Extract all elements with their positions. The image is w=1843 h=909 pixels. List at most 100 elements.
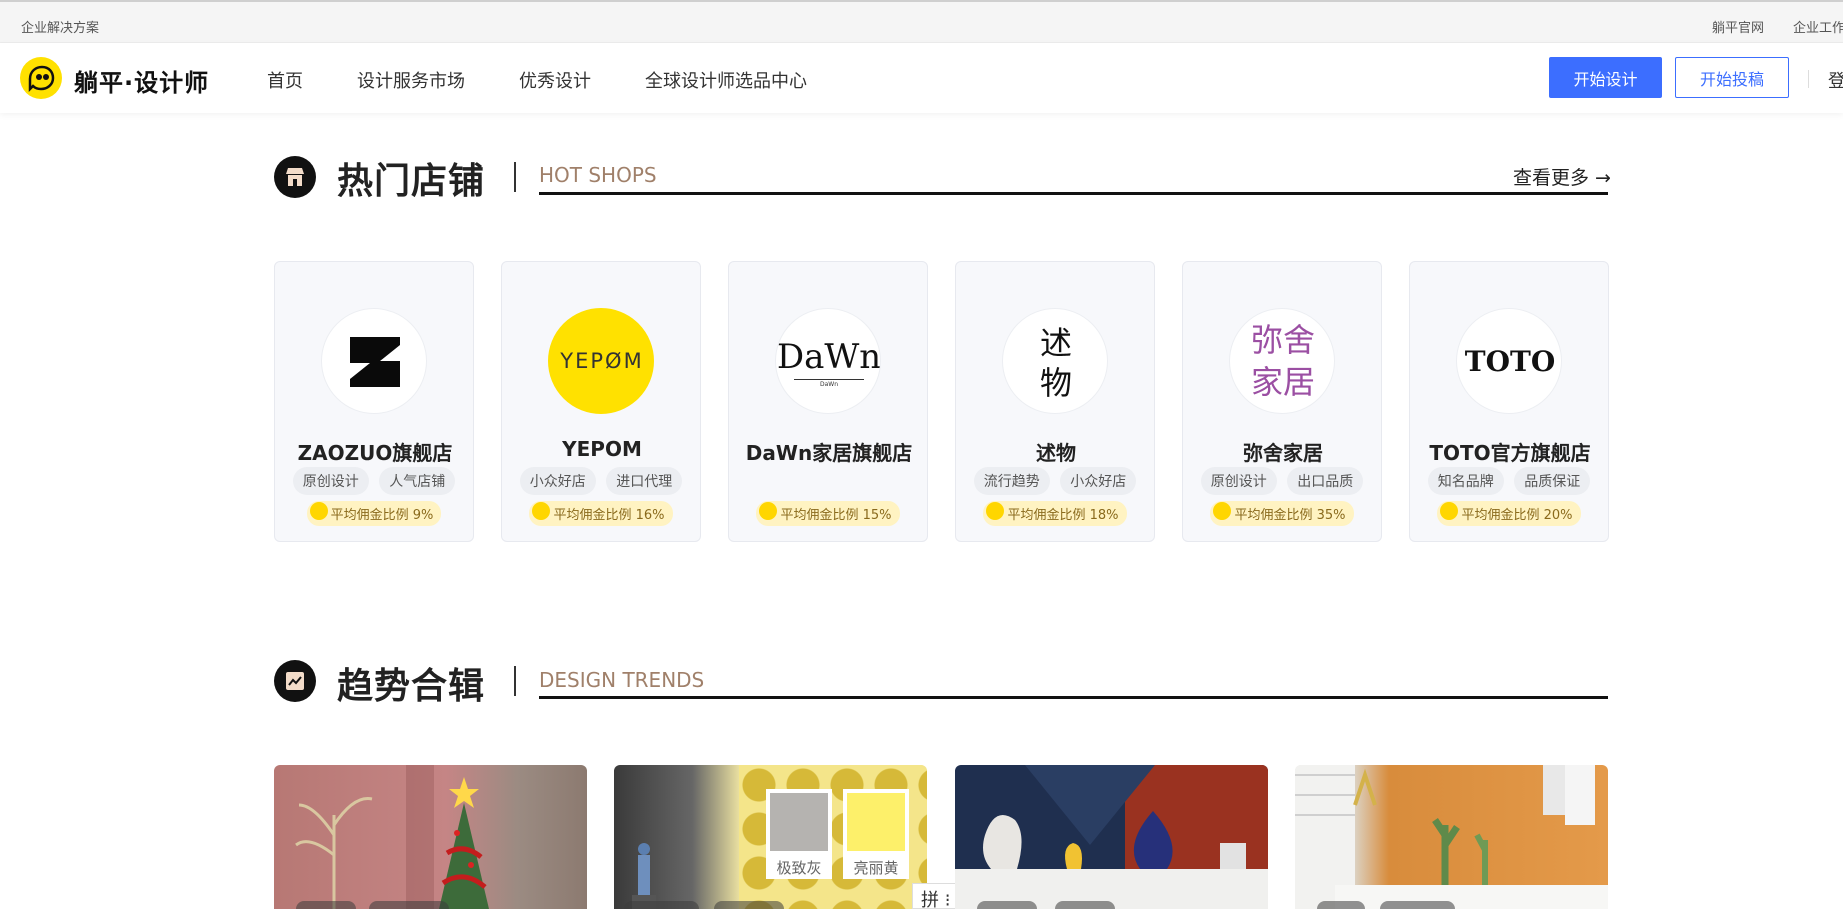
brand-mini-icon	[986, 502, 1005, 520]
shop-card[interactable]: YEPØM YEPOM 小众好店 进口代理 平均佣金比例 16%	[501, 261, 701, 542]
brand-mini-icon	[532, 502, 551, 520]
commission-badge: 平均佣金比例 35%	[1183, 501, 1381, 526]
commission-badge: 平均佣金比例 20%	[1410, 501, 1608, 526]
nav-excellent-design[interactable]: 优秀设计	[519, 67, 591, 93]
swatch-color	[847, 793, 905, 851]
color-swatch-gray: 极致灰	[766, 789, 832, 879]
trend-card[interactable]: 极致灰 亮丽黄	[614, 765, 927, 909]
official-site-link[interactable]: 躺平官网	[1712, 17, 1764, 36]
shop-tag: 原创设计	[292, 467, 369, 495]
header-divider	[1808, 70, 1809, 88]
commission-badge: 平均佣金比例 15%	[729, 501, 927, 526]
commission-text: 平均佣金比例 35%	[1234, 508, 1346, 523]
commission-text: 平均佣金比例 18%	[1007, 508, 1119, 523]
shop-card[interactable]: TOTO TOTO官方旗舰店 知名品牌 品质保证 平均佣金比例 20%	[1409, 261, 1609, 542]
section-separator	[514, 666, 516, 696]
shop-tag: 原创设计	[1200, 467, 1277, 495]
shop-tag: 品质保证	[1514, 467, 1591, 495]
bathroom-scene-icon	[1295, 765, 1608, 909]
shop-tags: 原创设计 出口品质	[1183, 467, 1381, 495]
shop-logo-text: YEPØM	[560, 349, 644, 373]
shop-logo-shuwu: 述物	[1002, 308, 1108, 414]
nav-global-selection-center[interactable]: 全球设计师选品中心	[645, 67, 807, 93]
enterprise-workbench-link[interactable]: 企业工作台	[1793, 17, 1843, 36]
shop-logo-subtext: DaWn	[794, 379, 864, 388]
shop-logo-zaozuo	[321, 308, 427, 414]
commission-text: 平均佣金比例 15%	[780, 508, 892, 523]
commission-text: 平均佣金比例 9%	[330, 508, 434, 523]
section-separator	[514, 162, 516, 192]
trend-tag-chip	[369, 901, 449, 909]
vases-scene-icon	[955, 765, 1268, 909]
main-header: 躺平·设计师 首页 设计服务市场 优秀设计 全球设计师选品中心 开始设计 开始投…	[0, 43, 1843, 113]
shop-logo-toto: TOTO	[1456, 308, 1562, 414]
shop-card[interactable]: DaWn DaWn DaWn家居旗舰店 平均佣金比例 15%	[728, 261, 928, 542]
color-swatch-yellow: 亮丽黄	[843, 789, 909, 879]
shop-tag: 进口代理	[606, 467, 683, 495]
trend-tag-chip	[1317, 901, 1365, 909]
brand-mini-icon	[759, 502, 778, 520]
trend-tag-chip	[977, 901, 1037, 909]
shop-tag: 小众好店	[1060, 467, 1137, 495]
shop-tag: 小众好店	[519, 467, 596, 495]
shop-name: ZAOZUO旗舰店	[297, 441, 453, 465]
shop-tag: 出口品质	[1287, 467, 1364, 495]
shop-name: 弥舍家居	[1243, 441, 1323, 465]
brand-name[interactable]: 躺平·设计师	[74, 63, 209, 98]
trend-tag-chip	[1380, 901, 1455, 909]
section-underline	[539, 696, 1608, 699]
shop-tag: 流行趋势	[973, 467, 1050, 495]
shop-logo-text: 述物	[1039, 324, 1072, 402]
shop-logo-text: 弥舍家居	[1250, 321, 1315, 401]
login-link[interactable]: 登	[1828, 67, 1843, 93]
brand-mini-icon	[1440, 502, 1459, 520]
shop-tags: 流行趋势 小众好店	[956, 467, 1154, 495]
figurine-icon	[632, 843, 656, 909]
brand-mini-icon	[309, 502, 328, 520]
shop-icon	[274, 156, 324, 198]
shop-card[interactable]: 述物 述物 流行趋势 小众好店 平均佣金比例 18%	[955, 261, 1155, 542]
shop-logo-text: TOTO	[1464, 345, 1556, 378]
nav-home[interactable]: 首页	[267, 67, 303, 93]
commission-badge: 平均佣金比例 16%	[502, 501, 700, 526]
hot-shops-title: 热门店铺	[337, 161, 486, 202]
trend-chart-icon	[274, 660, 324, 702]
trend-card[interactable]	[274, 765, 587, 909]
shop-tag: 人气店铺	[379, 467, 456, 495]
shop-card[interactable]: ZAOZUO旗舰店 原创设计 人气店铺 平均佣金比例 9%	[274, 261, 474, 542]
shop-name: 述物	[1036, 441, 1076, 465]
shop-tags: 原创设计 人气店铺	[275, 467, 473, 495]
start-submit-button[interactable]: 开始投稿	[1675, 57, 1789, 98]
pampas-grass-icon	[295, 797, 373, 909]
swatch-color	[770, 793, 828, 851]
shop-name: YEPOM	[562, 437, 642, 461]
commission-badge: 平均佣金比例 9%	[275, 501, 473, 526]
hot-shops-subtitle: HOT SHOPS	[539, 163, 657, 187]
shop-tag: 知名品牌	[1427, 467, 1504, 495]
start-design-button[interactable]: 开始设计	[1549, 57, 1662, 98]
swatch-label: 亮丽黄	[853, 859, 899, 877]
shop-logo-yepom: YEPØM	[548, 308, 654, 414]
trend-card[interactable]	[1295, 765, 1608, 909]
christmas-tree-icon	[439, 777, 489, 909]
nav-design-service-market[interactable]: 设计服务市场	[357, 67, 465, 93]
trend-tag-chip	[624, 901, 699, 909]
brand-mini-icon	[1213, 502, 1232, 520]
trend-tag-chip	[1055, 901, 1115, 909]
commission-text: 平均佣金比例 20%	[1461, 508, 1573, 523]
shop-card[interactable]: 弥舍家居 弥舍家居 原创设计 出口品质 平均佣金比例 35%	[1182, 261, 1382, 542]
shop-tags: 小众好店 进口代理	[502, 467, 700, 495]
design-trends-subtitle: DESIGN TRENDS	[539, 668, 705, 692]
swatch-label: 极致灰	[776, 859, 822, 877]
shop-logo-text: DaWn	[776, 337, 881, 377]
commission-text: 平均佣金比例 16%	[553, 508, 665, 523]
enterprise-solutions-link[interactable]: 企业解决方案	[21, 17, 99, 36]
design-trends-title: 趋势合辑	[337, 666, 486, 707]
shop-logo-dawn: DaWn DaWn	[775, 308, 881, 414]
trend-tag-chip	[714, 901, 784, 909]
view-more-link[interactable]: 查看更多 →	[1513, 163, 1611, 190]
shop-name: DaWn家居旗舰店	[745, 441, 913, 465]
brand-logo-icon[interactable]	[20, 57, 62, 99]
section-underline	[539, 192, 1608, 195]
trend-card[interactable]	[955, 765, 1268, 909]
